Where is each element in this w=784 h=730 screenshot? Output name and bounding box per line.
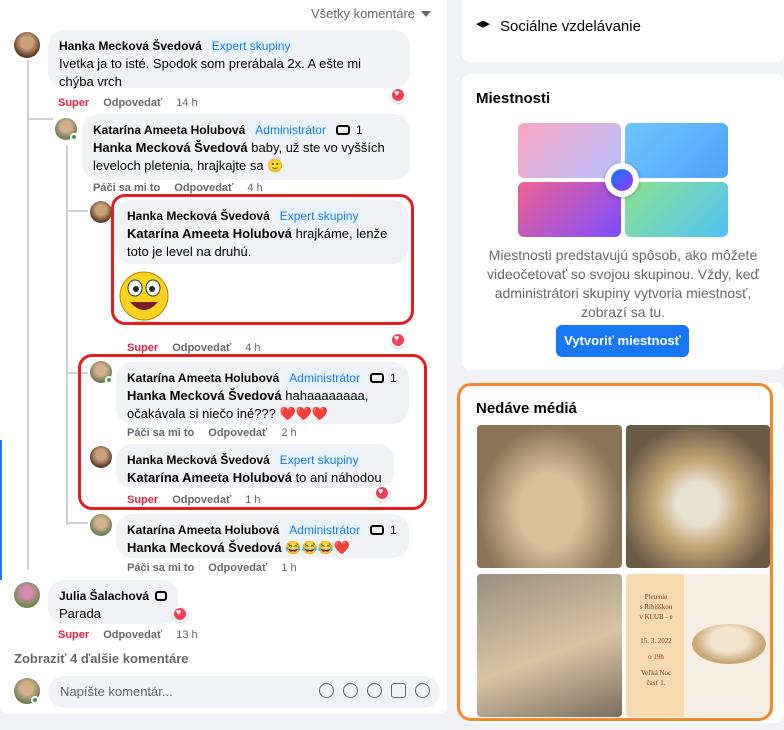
rooms-title: Miestnosti [476,90,551,107]
badge-count: 1 [355,123,363,137]
comment-time[interactable]: 14 h [176,97,197,109]
reply-button[interactable]: Odpovedať [103,97,162,109]
admin-icon [369,525,384,535]
comment-time[interactable]: 13 h [176,629,197,641]
sort-label: Všetky komentáre [310,6,415,21]
highlight-box [111,194,414,325]
emoji-icon[interactable] [343,683,358,698]
comment-bubble: Hanka Mecková Švedová Expert skupiny Ivet… [48,30,410,89]
highlight-box [457,383,773,721]
super-button[interactable]: Super [127,342,158,354]
online-indicator [31,696,39,704]
admin-badge: Administrátor [251,121,330,139]
sticker-icon[interactable] [415,683,430,698]
camera-icon[interactable] [367,683,382,698]
gif-icon[interactable] [391,683,406,698]
thread-line [66,522,88,524]
heart-reaction-icon[interactable] [172,606,188,622]
comment-time[interactable]: 4 h [247,182,262,194]
comment-actions: Super Odpovedať 14 h [58,97,198,109]
rooms-illustration [518,123,728,237]
comment-text: Ivetka ja to isté. Spodok som prerábala … [59,56,362,89]
reply-button[interactable]: Odpovedať [174,182,233,194]
comment-bubble: Julia Šalachová Parada [48,580,178,624]
comment-input[interactable]: Napíšte komentár... [48,676,440,708]
topic-label: Sociálne vzdelávanie [500,18,641,35]
more-comments-link[interactable]: Zobraziť 4 ďalšie komentáre [14,651,189,666]
comment-time[interactable]: 1 h [281,562,296,574]
comment-actions: Super Odpovedať 13 h [58,629,198,641]
badge-count: 1 [389,523,397,537]
comment-bubble: Katarína Ameeta Holubová Administrátor 1 H… [82,114,410,180]
avatar[interactable] [90,201,112,223]
avatar[interactable] [90,514,112,536]
reply-button[interactable]: Odpovedať [172,342,231,354]
online-indicator [70,133,78,141]
comment-actions: Páči sa mi to Odpovedať 1 h [127,562,297,574]
highlight-box [78,354,427,510]
thread-line [66,145,68,525]
admin-badge: Administrátor [285,521,364,539]
chevron-down-icon [421,10,431,17]
comment-time[interactable]: 4 h [245,342,260,354]
scroll-indicator [0,440,2,580]
comment-text: 😂😂😂❤️ [281,540,350,555]
admin-icon [155,591,167,601]
comment-bubble: Katarína Ameeta Holubová Administrátor 1 H… [116,514,409,558]
comment-sort-dropdown[interactable]: Všetky komentáre [311,6,431,21]
comment-text: Parada [59,606,101,621]
thread-line [27,118,53,120]
rooms-description: Miestnosti predstavujú spôsob, ako môžet… [487,247,759,320]
topic-card[interactable]: Sociálne vzdelávanie [462,0,784,62]
comment-author[interactable]: Julia Šalachová [59,587,149,605]
super-button[interactable]: Super [58,629,89,641]
expert-badge: Expert skupiny [207,37,295,55]
messenger-icon [605,163,639,197]
comment-author[interactable]: Katarína Ameeta Holubová [93,121,245,139]
comment-placeholder: Napíšte komentár... [60,684,173,699]
comments-panel: Všetky komentáre Hanka Mecková Švedová Ex… [0,0,447,714]
thread-line [27,60,29,570]
reply-button[interactable]: Odpovedať [208,562,267,574]
graduation-cap-icon [476,20,490,28]
create-room-button[interactable]: Vytvoriť miestnosť [556,325,689,357]
comment-actions: Super Odpovedať 4 h [127,342,261,354]
comment-author[interactable]: Hanka Mecková Švedová [59,37,202,55]
thread-line [66,210,88,212]
comment-actions: Páči sa mi to Odpovedať 4 h [93,182,263,194]
admin-icon [335,125,350,135]
avatar-sticker-icon[interactable] [319,683,334,698]
heart-reaction-icon[interactable] [390,87,406,103]
like-button[interactable]: Páči sa mi to [93,182,160,194]
heart-reaction-icon[interactable] [390,332,406,348]
mention-link[interactable]: Hanka Mecková Švedová [93,140,248,155]
reply-button[interactable]: Odpovedať [103,629,162,641]
super-button[interactable]: Super [58,97,89,109]
like-button[interactable]: Páči sa mi to [127,562,194,574]
avatar[interactable] [14,582,40,608]
avatar[interactable] [14,32,40,58]
mention-link[interactable]: Hanka Mecková Švedová [127,540,282,555]
comment-author[interactable]: Katarína Ameeta Holubová [127,521,279,539]
